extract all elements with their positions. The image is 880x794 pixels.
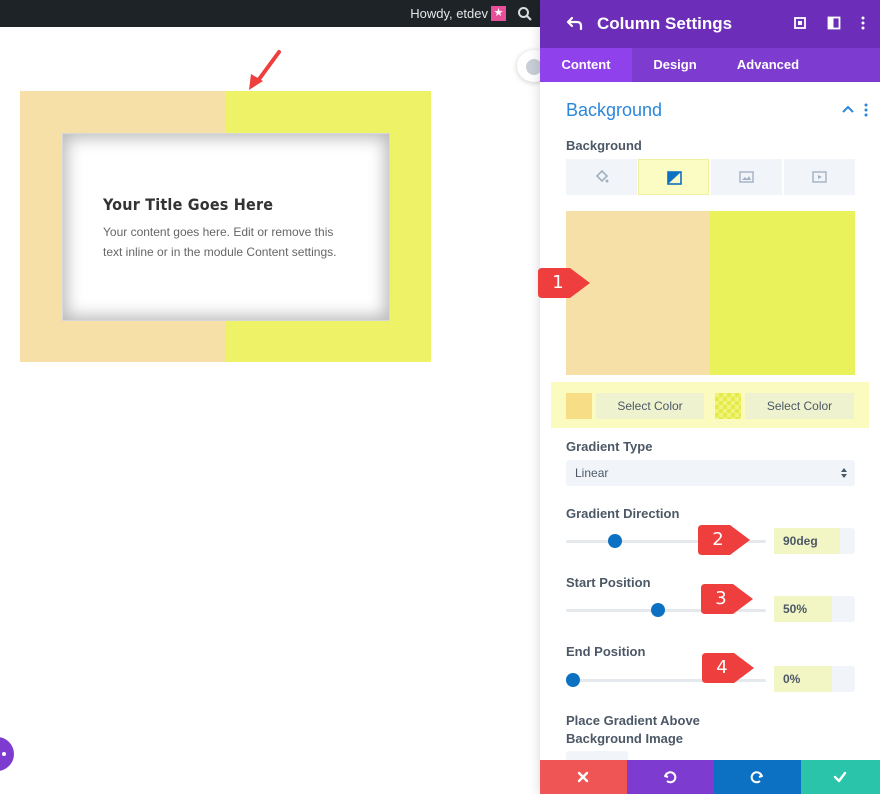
end-position-value: 0% [783,672,801,686]
slider-handle[interactable] [651,603,665,617]
callout-3: 3 [699,580,755,618]
start-position-input[interactable]: 50% [774,596,855,622]
background-image-tab[interactable] [711,159,782,195]
background-color-tab[interactable] [566,159,637,195]
gradient-stops-row: Select Color Select Color [551,382,869,428]
discard-button[interactable] [540,760,627,794]
end-position-input[interactable]: 0% [774,666,855,692]
gradient-type-select[interactable]: Linear [566,460,855,486]
panel-title: Column Settings [597,14,733,33]
slider-handle[interactable] [566,673,580,687]
split-view-icon[interactable] [827,16,841,30]
undo-button[interactable] [627,760,714,794]
gradient-direction-value: 90deg [783,534,818,548]
dots-icon [2,752,6,756]
check-icon [833,771,847,783]
page-settings-button[interactable] [0,737,14,771]
color-1-swatch[interactable] [566,393,592,419]
callout-1: 1 [536,264,592,302]
background-type-tabs [566,159,855,195]
background-video-tab[interactable] [784,159,855,195]
slider-handle[interactable] [608,534,622,548]
redo-button[interactable] [714,760,801,794]
gradient-type-value: Linear [575,466,609,480]
section-title[interactable]: Background [566,100,662,121]
annotation-arrow-icon [249,50,281,90]
select-color-1-button[interactable]: Select Color [596,393,704,419]
callout-number: 1 [552,272,564,293]
fullscreen-icon[interactable] [793,16,807,30]
callout-number: 3 [715,588,727,609]
card-body-text[interactable]: Your content goes here. Edit or remove t… [103,222,353,262]
place-gradient-label-line-1: Place Gradient Above [566,713,700,728]
more-options-icon[interactable] [856,16,870,30]
background-label: Background [566,138,642,153]
gradient-preview[interactable] [566,211,855,375]
select-arrows-icon [841,468,847,478]
panel-footer [540,760,880,794]
tab-advanced[interactable]: Advanced [718,48,818,82]
undo-icon [664,771,677,784]
undo-back-icon[interactable] [566,14,584,32]
card-title[interactable]: Your Title Goes Here [103,195,273,214]
admin-bar: Howdy, etdev ★ [0,0,540,27]
start-position-value: 50% [783,602,808,616]
tab-content[interactable]: Content [540,48,632,82]
callout-2: 2 [696,521,752,559]
paint-bucket-icon [595,170,609,183]
callout-4: 4 [700,649,756,687]
content-card[interactable]: Your Title Goes Here Your content goes h… [62,133,390,321]
start-position-label: Start Position [566,575,651,590]
panel-tabs: Content Design Advanced [540,48,880,82]
tab-design[interactable]: Design [632,48,718,82]
gradient-direction-input[interactable]: 90deg [774,528,855,554]
place-gradient-label-line-2: Background Image [566,731,684,746]
color-2-swatch[interactable] [715,393,741,419]
gradient-icon [667,171,682,185]
howdy-greeting[interactable]: Howdy, etdev [410,6,488,21]
callout-number: 4 [716,657,728,678]
select-color-2-button[interactable]: Select Color [745,393,854,419]
chevron-up-icon[interactable] [842,104,854,114]
video-icon [812,171,827,183]
gradient-preview-color-2 [710,211,855,375]
image-icon [739,171,754,183]
callout-number: 2 [712,529,724,550]
user-avatar-icon[interactable]: ★ [491,6,506,21]
section-menu-icon[interactable] [864,103,868,117]
background-gradient-tab[interactable] [638,159,709,195]
gradient-type-label: Gradient Type [566,439,653,454]
column-preview[interactable]: Your Title Goes Here Your content goes h… [20,91,431,362]
gradient-direction-label: Gradient Direction [566,506,680,521]
redo-icon [750,771,763,784]
builder-screen: Howdy, etdev ★ Your Title Goes Here Your… [0,0,880,794]
end-position-label: End Position [566,644,646,659]
close-icon [577,771,589,783]
save-button[interactable] [801,760,880,794]
panel-header: Column Settings [540,0,880,48]
search-icon[interactable] [516,5,534,23]
